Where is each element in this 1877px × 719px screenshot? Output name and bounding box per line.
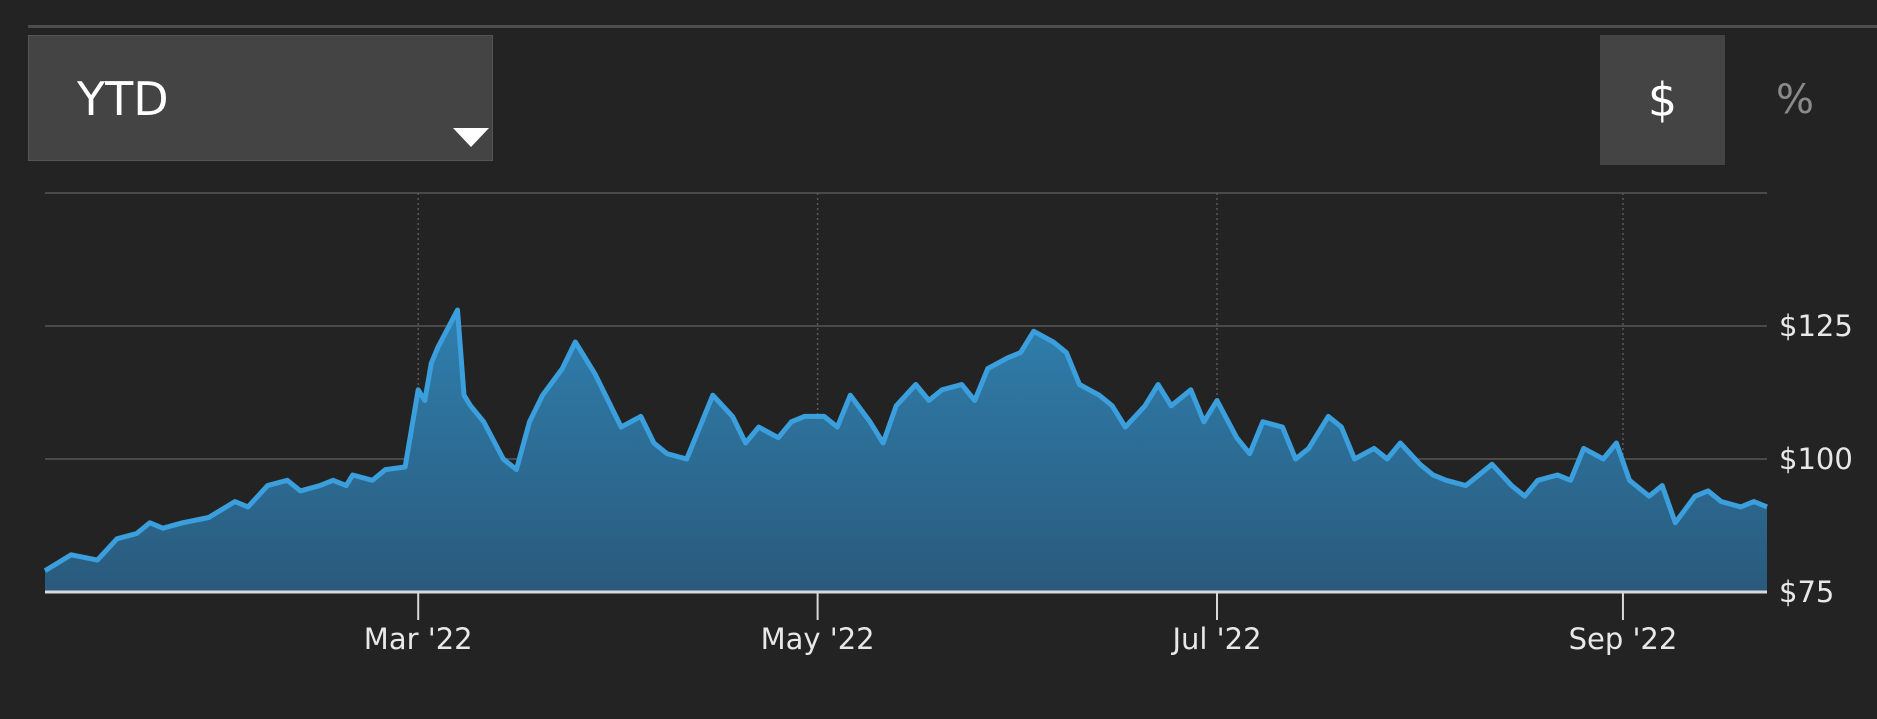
y-tick-label: $100 (1779, 442, 1853, 476)
x-tick-label: May '22 (761, 622, 875, 656)
y-tick-label: $75 (1779, 575, 1834, 609)
x-tick-label: Jul '22 (1170, 622, 1261, 656)
price-chart: $75 $100 $125 Mar '22 May '22 Jul '22 Sep '22 (43, 192, 1853, 656)
price-area (45, 310, 1767, 592)
y-tick-label: $125 (1779, 309, 1853, 343)
x-tick-label: Sep '22 (1569, 622, 1678, 656)
x-tick-label: Mar '22 (364, 622, 473, 656)
